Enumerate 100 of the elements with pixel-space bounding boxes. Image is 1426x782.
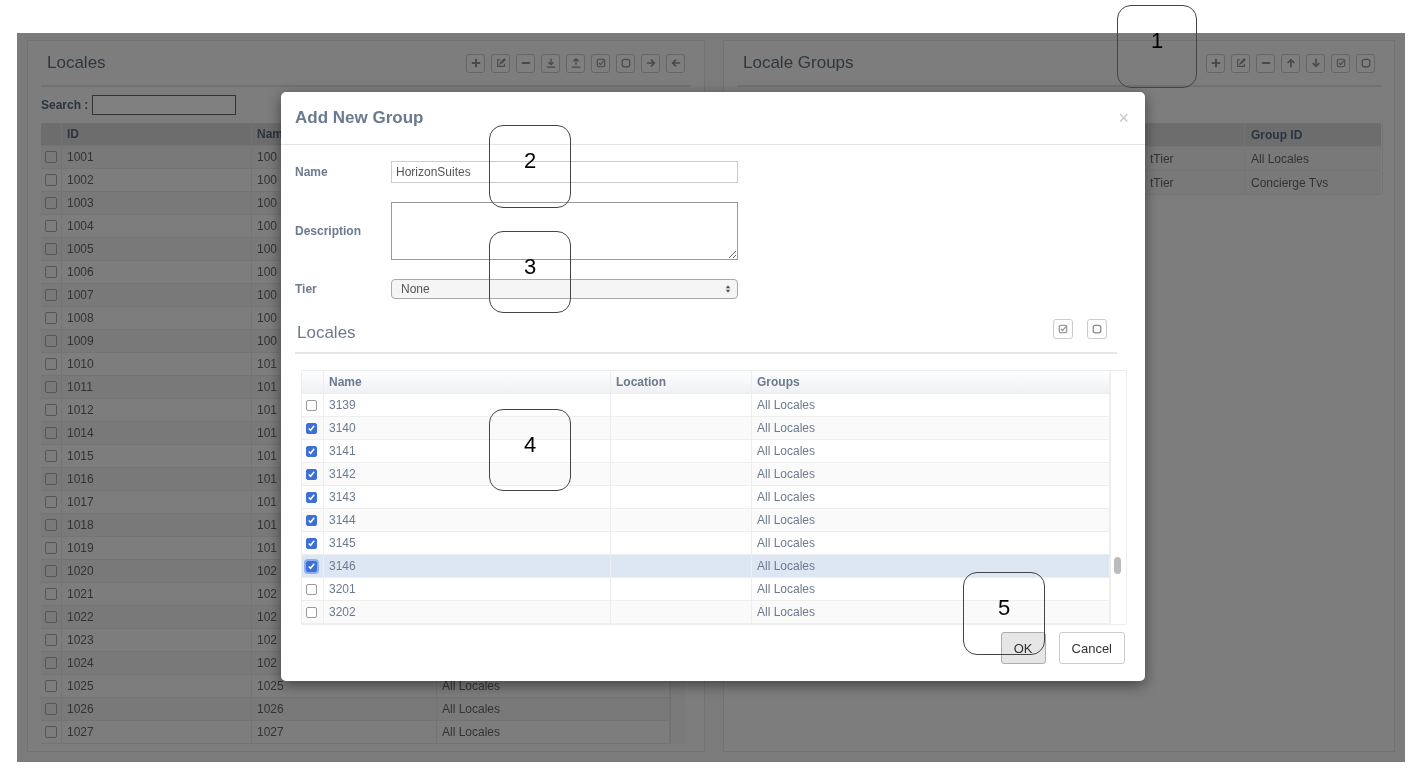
toolbar-button[interactable]	[1231, 53, 1250, 73]
table-cell: 102	[257, 564, 278, 578]
row-checkbox[interactable]	[306, 606, 317, 618]
callout-tooltip: 1	[1117, 5, 1197, 88]
toolbar-button[interactable]	[666, 53, 685, 73]
table-cell: 1025	[257, 679, 284, 693]
table-cell: 100	[257, 196, 278, 210]
dropdown-arrows-icon	[725, 284, 731, 294]
toolbar-button[interactable]	[641, 53, 660, 73]
table-cell: 101	[257, 449, 278, 463]
row-checkbox[interactable]	[306, 422, 317, 434]
toolbar-button[interactable]	[491, 53, 510, 73]
table-cell: All Locales	[757, 559, 816, 573]
table-cell: All Locales	[442, 679, 501, 693]
table-cell: All Locales	[757, 398, 816, 412]
row-checkbox[interactable]	[45, 220, 57, 232]
table-cell: 1017	[67, 495, 94, 509]
column-header[interactable]: ID	[62, 123, 252, 145]
row-checkbox[interactable]	[306, 514, 317, 526]
row-checkbox[interactable]	[45, 197, 57, 209]
section-title: Locales	[297, 322, 356, 343]
row-checkbox[interactable]	[45, 312, 57, 324]
column-header[interactable]: Name	[324, 371, 611, 393]
table-cell: 3139	[329, 398, 356, 412]
row-checkbox[interactable]	[45, 588, 57, 600]
column-header[interactable]: Location	[611, 371, 752, 393]
table-cell: 100	[257, 173, 278, 187]
table-cell: All Locales	[757, 444, 816, 458]
table-cell: 1026	[257, 702, 284, 716]
row-checkbox[interactable]	[45, 335, 57, 347]
row-checkbox[interactable]	[45, 289, 57, 301]
dialog-button[interactable]: OK	[1000, 632, 1046, 664]
toolbar-button[interactable]	[1331, 53, 1350, 73]
row-checkbox[interactable]	[306, 468, 317, 480]
toolbar-button[interactable]	[1306, 53, 1325, 73]
row-checkbox[interactable]	[45, 565, 57, 577]
table-cell: 1024	[67, 656, 94, 670]
square-icon	[1092, 323, 1102, 334]
scrollbar-thumb[interactable]	[1114, 557, 1121, 574]
field-label: Description	[295, 224, 362, 238]
row-checkbox[interactable]	[306, 491, 317, 503]
table-cell: 100	[257, 311, 278, 325]
row-checkbox[interactable]	[45, 542, 57, 554]
row-checkbox[interactable]	[306, 537, 317, 549]
toolbar-button[interactable]	[566, 53, 585, 73]
row-checkbox[interactable]	[306, 445, 317, 457]
field-label: Tier	[295, 282, 318, 296]
toolbar-button[interactable]	[1356, 53, 1375, 73]
row-checkbox[interactable]	[45, 634, 57, 646]
table-cell: 1010	[67, 357, 94, 371]
row-checkbox[interactable]	[306, 399, 317, 411]
row-checkbox[interactable]	[45, 611, 57, 623]
table-cell: 1011	[67, 380, 93, 394]
toolbar-button[interactable]	[516, 53, 535, 73]
table-cell: All Locales	[442, 725, 501, 739]
tier-dropdown[interactable]: None	[391, 279, 738, 299]
table-cell: 102	[257, 610, 278, 624]
arrow-right-icon	[645, 58, 656, 68]
row-checkbox[interactable]	[45, 473, 57, 485]
table-cell: All Locales	[1251, 151, 1310, 166]
row-checkbox[interactable]	[45, 427, 57, 439]
row-checkbox[interactable]	[306, 560, 317, 572]
table-cell: All Locales	[757, 582, 816, 596]
toolbar-button[interactable]	[1281, 53, 1300, 73]
row-checkbox[interactable]	[45, 657, 57, 669]
row-checkbox[interactable]	[306, 583, 317, 595]
panel-title: Locales	[47, 53, 106, 73]
row-checkbox[interactable]	[45, 496, 57, 508]
row-checkbox[interactable]	[45, 358, 57, 370]
arrow-up-icon	[1285, 58, 1296, 68]
toolbar-button[interactable]	[541, 53, 560, 73]
export-icon	[570, 58, 581, 68]
table-cell: 3146	[329, 559, 356, 573]
table-cell: 3142	[329, 467, 356, 481]
row-checkbox[interactable]	[45, 519, 57, 531]
toolbar-button[interactable]	[466, 53, 485, 73]
dialog-button[interactable]: Cancel	[1058, 632, 1125, 664]
row-checkbox[interactable]	[45, 726, 57, 738]
row-checkbox[interactable]	[45, 174, 57, 186]
row-checkbox[interactable]	[45, 450, 57, 462]
search-field[interactable]	[92, 95, 237, 115]
table-cell: 100	[257, 334, 278, 348]
row-checkbox[interactable]	[45, 243, 57, 255]
toolbar-button[interactable]	[1256, 53, 1275, 73]
table-cell: 1020	[67, 564, 94, 578]
row-checkbox[interactable]	[45, 266, 57, 278]
table-cell: 1018	[67, 518, 94, 532]
toolbar-button[interactable]	[616, 53, 635, 73]
row-checkbox[interactable]	[45, 381, 57, 393]
column-header[interactable]: Groups	[752, 371, 1111, 393]
row-checkbox[interactable]	[45, 703, 57, 715]
row-checkbox[interactable]	[45, 680, 57, 692]
row-checkbox[interactable]	[45, 151, 57, 163]
toolbar-button[interactable]	[591, 53, 610, 73]
table-cell: 100	[257, 265, 278, 279]
row-checkbox[interactable]	[45, 404, 57, 416]
table-cell: 1008	[67, 311, 94, 325]
toolbar-button[interactable]	[1206, 53, 1225, 73]
table-cell: 3145	[329, 536, 356, 550]
table-cell: 101	[257, 357, 278, 371]
